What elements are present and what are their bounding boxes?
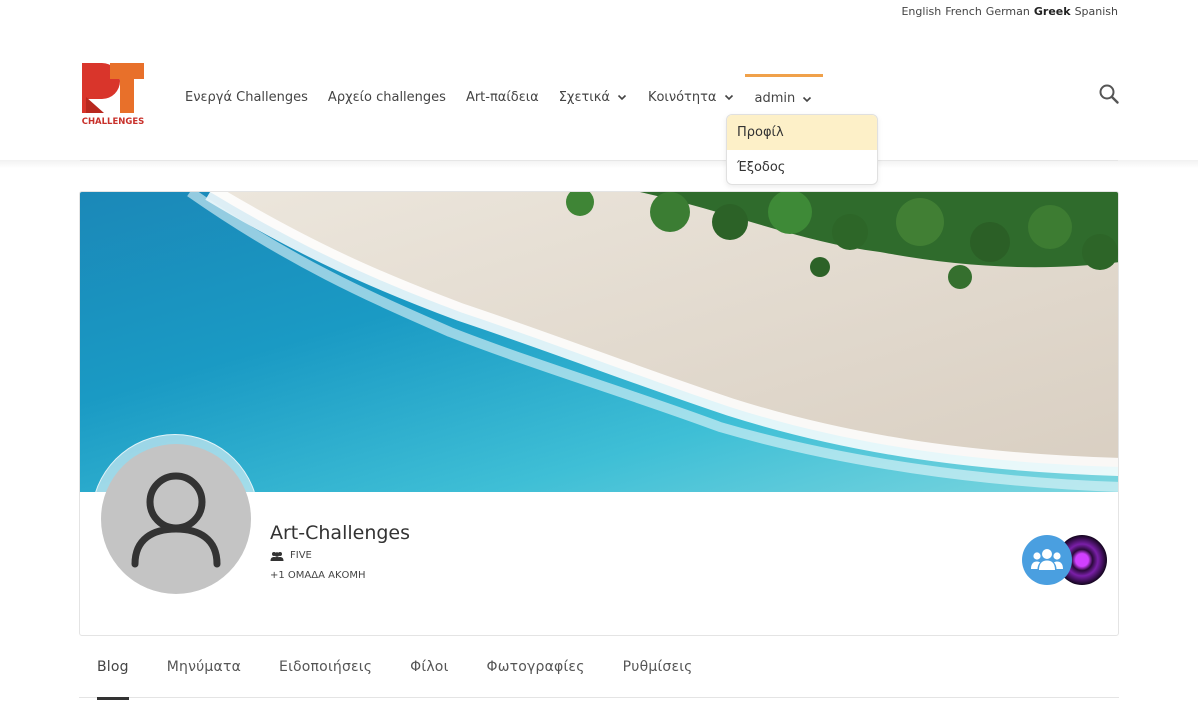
profile-tabs: Blog Μηνύματα Ειδοποιήσεις Φίλοι Φωτογρα… <box>79 636 1119 700</box>
avatar[interactable] <box>101 444 251 594</box>
lang-german[interactable]: German <box>986 5 1030 18</box>
profile-card: Art-Challenges FIVE +1 ΟΜΑΔΑ ΑΚΟΜΗ <box>79 191 1119 636</box>
admin-dropdown-menu: Προφίλ Έξοδος <box>726 114 878 185</box>
site-logo[interactable]: CHALLENGES <box>80 61 146 127</box>
nav-community[interactable]: Κοινότητα <box>638 74 745 120</box>
nav-active-challenges[interactable]: Ενεργά Challenges <box>175 74 318 120</box>
tab-settings[interactable]: Ρυθμίσεις <box>623 636 693 698</box>
chevron-down-icon <box>617 94 627 101</box>
nav-about[interactable]: Σχετικά <box>549 74 638 120</box>
tab-blog[interactable]: Blog <box>97 636 129 700</box>
cover-photo <box>80 192 1118 492</box>
nav-art-paideia[interactable]: Art-παίδεια <box>456 74 549 120</box>
lang-spanish[interactable]: Spanish <box>1075 5 1118 18</box>
profile-group[interactable]: FIVE <box>270 550 312 561</box>
lang-greek[interactable]: Greek <box>1034 5 1071 18</box>
art-challenges-logo-icon: CHALLENGES <box>80 62 145 127</box>
groups-button[interactable] <box>1022 535 1072 585</box>
avatar-frame <box>91 434 259 602</box>
menu-item-profile[interactable]: Προφίλ <box>727 115 877 150</box>
nav-label: Ενεργά Challenges <box>185 89 308 105</box>
header-divider <box>80 160 1118 161</box>
users-icon <box>270 551 284 561</box>
search-icon <box>1099 84 1119 104</box>
menu-item-logout[interactable]: Έξοδος <box>727 150 877 184</box>
tab-notifications[interactable]: Ειδοποιήσεις <box>279 636 372 698</box>
logo-text: CHALLENGES <box>82 117 145 127</box>
tab-messages[interactable]: Μηνύματα <box>167 636 241 698</box>
nav-label: Κοινότητα <box>647 89 717 105</box>
tab-friends[interactable]: Φίλοι <box>410 636 448 698</box>
lang-english[interactable]: English <box>901 5 941 18</box>
language-switcher: English French German Greek Spanish <box>901 5 1118 18</box>
more-groups-link[interactable]: +1 ΟΜΑΔΑ ΑΚΟΜΗ <box>270 570 366 581</box>
nav-label: Αρχείο challenges <box>327 89 446 105</box>
lang-french[interactable]: French <box>945 5 982 18</box>
group-name: FIVE <box>290 550 312 561</box>
search-button[interactable] <box>1098 83 1120 105</box>
chevron-down-icon <box>724 94 733 101</box>
header-shadow <box>0 160 1198 168</box>
chevron-down-icon <box>803 96 812 102</box>
profile-name: Art-Challenges <box>270 522 411 544</box>
nav-challenges-archive[interactable]: Αρχείο challenges <box>318 74 456 120</box>
nav-label: admin <box>754 91 796 106</box>
main-nav: Ενεργά Challenges Αρχείο challenges Art-… <box>175 74 824 120</box>
tab-photos[interactable]: Φωτογραφίες <box>487 636 585 698</box>
nav-label: Art-παίδεια <box>465 89 539 105</box>
user-placeholder-icon <box>131 472 221 568</box>
nav-label: Σχετικά <box>558 89 610 105</box>
group-icon <box>1031 549 1063 570</box>
